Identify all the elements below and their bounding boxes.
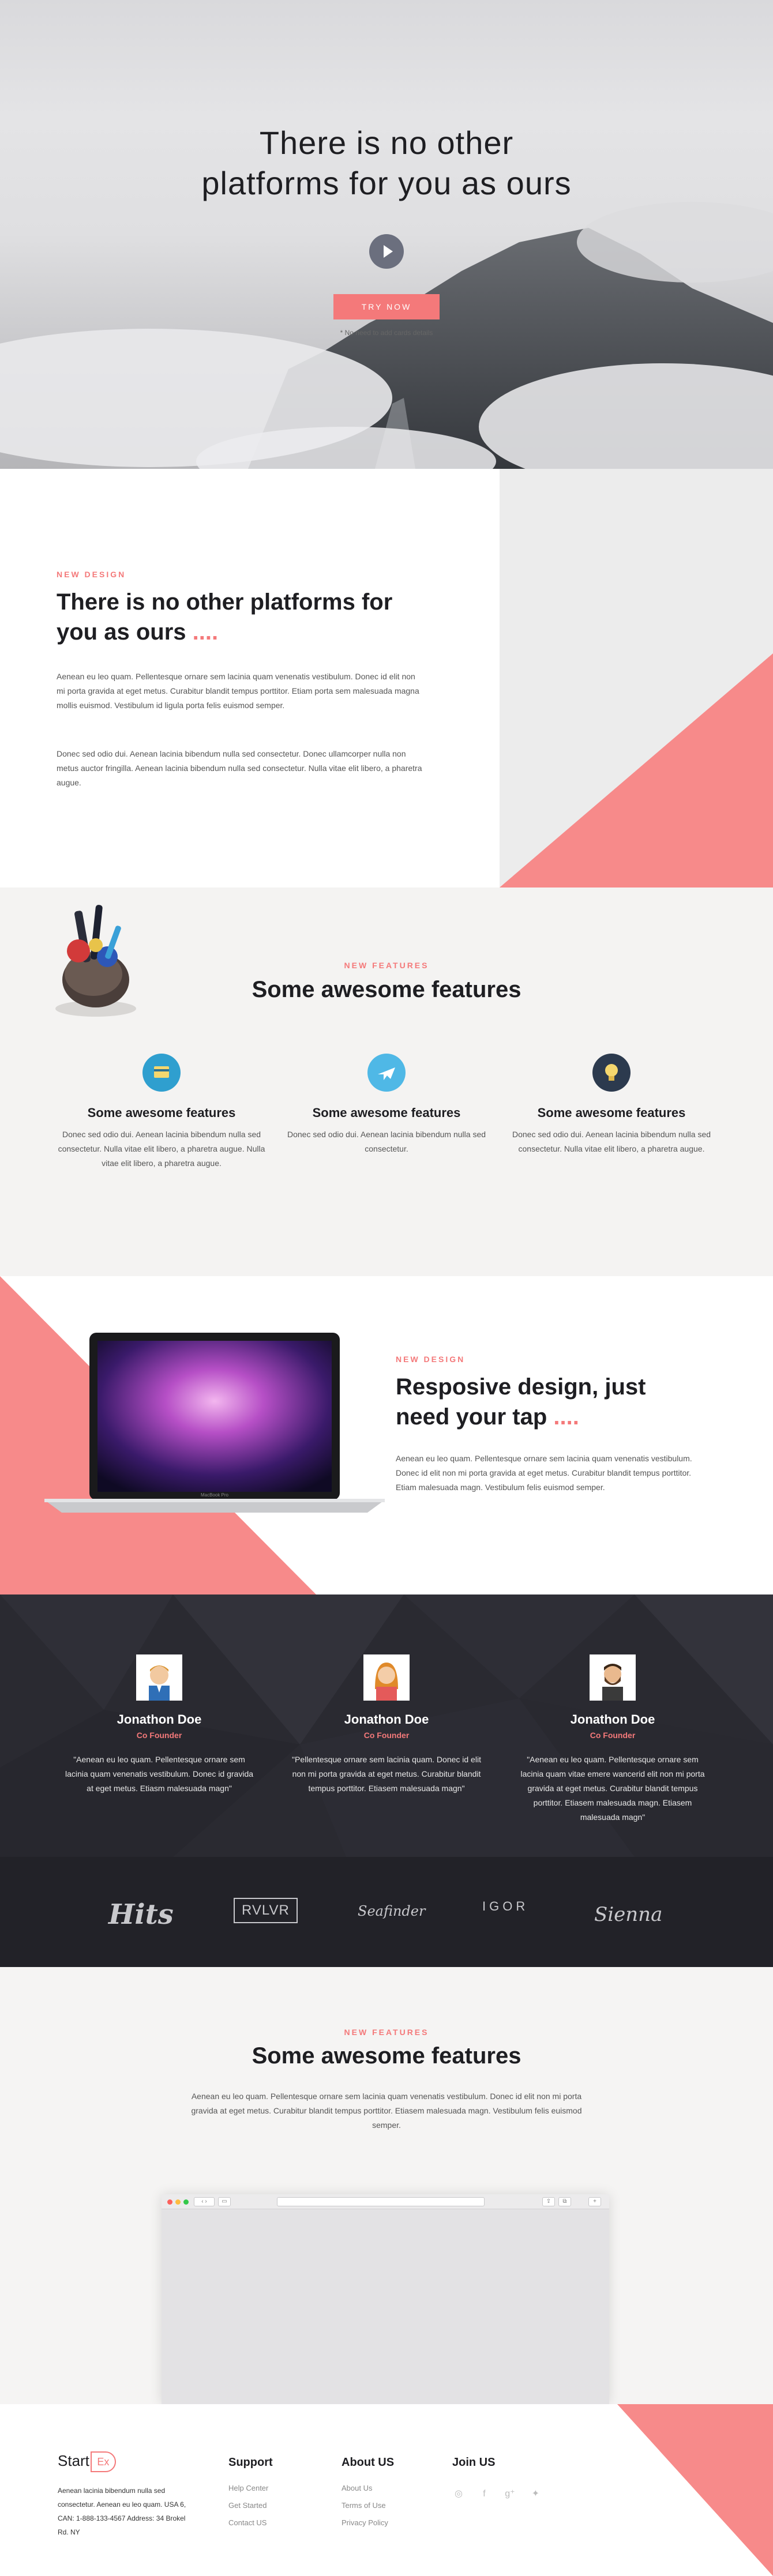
feature-text: Donec sed odio dui. Aenean lacinia biben… (58, 1130, 265, 1168)
play-button[interactable] (369, 234, 404, 269)
intro-section: NEW DESIGN There is no other platforms f… (0, 469, 773, 888)
add-tab-icon[interactable]: + (588, 2197, 601, 2206)
footer-link-get-started[interactable]: Get Started (228, 2497, 273, 2514)
footer: Start Ex Aenean lacinia bibendum nulla se… (0, 2404, 773, 2576)
feature-text: Donec sed odio dui. Aenean lacinia biben… (512, 1130, 711, 1153)
avatar (590, 1654, 636, 1701)
footer-column-title: About US (342, 2456, 395, 2469)
close-dot (167, 2199, 172, 2205)
avatar (363, 1654, 410, 1701)
laptop-illustration: MacBook Pro (44, 1333, 385, 1513)
intro-title: There is no other platforms for you as o… (57, 587, 414, 647)
testimonial-card: Jonathon Doe Co Founder "Aenean eu leo q… (61, 1654, 257, 1796)
feature-title: Some awesome features (312, 1105, 461, 1120)
responsive-title: Resposive design, just need your tap ...… (396, 1372, 696, 1432)
testimonial-role: Co Founder (136, 1731, 182, 1740)
sidebar-icon[interactable]: ▭ (218, 2197, 231, 2206)
brand-badge: Ex (90, 2451, 116, 2472)
intro-paragraph-2: Donec sed odio dui. Aenean lacinia biben… (57, 749, 422, 787)
logo-sienna: Sienna (594, 1903, 663, 1926)
try-now-button[interactable]: TRY NOW (333, 294, 440, 319)
testimonial-name: Jonathon Doe (570, 1712, 655, 1727)
feature-card: Some awesome features Donec sed odio dui… (277, 1054, 496, 1156)
feature-card: Some awesome features Donec sed odio dui… (502, 1054, 721, 1156)
footer-link-help-center[interactable]: Help Center (228, 2480, 273, 2497)
responsive-title-text: Resposive design, just need your tap (396, 1374, 646, 1430)
minimize-dot (175, 2199, 181, 2205)
features2-title: Some awesome features (252, 2043, 521, 2069)
footer-column-title: Support (228, 2456, 273, 2469)
footer-link-privacy[interactable]: Privacy Policy (342, 2514, 394, 2532)
footer-link-terms[interactable]: Terms of Use (342, 2497, 394, 2514)
hero-title: There is no other platforms for you as o… (0, 123, 773, 204)
testimonial-quote: "Aenean eu leo quam. Pellentesque ornare… (65, 1755, 254, 1793)
share-icon[interactable]: ⇪ (542, 2197, 555, 2206)
google-plus-icon[interactable]: g⁺ (504, 2488, 516, 2500)
footer-address: Aenean lacinia bibendum nulla sed consec… (58, 2487, 186, 2536)
brand-logo[interactable]: Start Ex (58, 2451, 116, 2472)
footer-column-join: Join US (452, 2456, 495, 2469)
features-eyebrow: NEW FEATURES (344, 961, 429, 970)
twitter-icon[interactable]: ✦ (529, 2488, 542, 2500)
responsive-title-dots: .... (553, 1404, 579, 1430)
responsive-eyebrow: NEW DESIGN (396, 1355, 466, 1364)
features2-eyebrow: NEW FEATURES (344, 2028, 429, 2037)
decorative-triangle (500, 653, 773, 888)
footer-link-about[interactable]: About Us (342, 2480, 394, 2497)
avatar (136, 1654, 182, 1701)
logo-seafinder: Seafinder (358, 1903, 426, 1919)
logo-igor: IGOR (482, 1899, 529, 1913)
card-icon (142, 1054, 181, 1092)
testimonial-role: Co Founder (590, 1731, 636, 1740)
hero-section: There is no other platforms for you as o… (0, 0, 773, 469)
feature-card: Some awesome features Donec sed odio dui… (52, 1054, 271, 1171)
hero-title-line1: There is no other (259, 125, 514, 161)
intro-paragraph-1: Aenean eu leo quam. Pellentesque ornare … (57, 672, 419, 710)
testimonial-card: Jonathon Doe Co Founder "Pellentesque or… (288, 1654, 485, 1796)
intro-title-text: There is no other platforms for you as o… (57, 589, 393, 645)
feature-title: Some awesome features (87, 1105, 236, 1120)
facebook-icon[interactable]: f (478, 2488, 490, 2500)
features-title: Some awesome features (252, 977, 521, 1002)
testimonial-quote: "Pellentesque ornare sem lacinia quam. D… (292, 1755, 481, 1793)
features-section: NEW FEATURES Some awesome features Some … (0, 888, 773, 1276)
intro-eyebrow: NEW DESIGN (57, 570, 126, 579)
hero-note: * No need to add cards details (340, 329, 433, 337)
features-2-section: NEW FEATURES Some awesome features Aenea… (0, 1967, 773, 2404)
browser-mockup: ‹ › ▭ ⇪ ⧉ + (162, 2194, 609, 2404)
lightbulb-icon (592, 1054, 631, 1092)
feature-text: Donec sed odio dui. Aenean lacinia biben… (287, 1130, 486, 1153)
plane-icon (367, 1054, 406, 1092)
social-links: ◎ f g⁺ ✦ (452, 2488, 552, 2500)
brand-name: Start (58, 2451, 89, 2469)
hero-title-line2: platforms for you as ours (201, 165, 572, 201)
feature-title: Some awesome features (537, 1105, 686, 1120)
maximize-dot (183, 2199, 189, 2205)
testimonial-name: Jonathon Doe (344, 1712, 429, 1727)
play-icon (384, 245, 393, 258)
dribbble-icon[interactable]: ◎ (452, 2488, 465, 2500)
testimonial-quote: "Aenean eu leo quam. Pellentesque ornare… (520, 1755, 705, 1822)
features2-text: Aenean eu leo quam. Pellentesque ornare … (191, 2092, 582, 2130)
laptop-caption: MacBook Pro (201, 1492, 229, 1498)
responsive-text: Aenean eu leo quam. Pellentesque ornare … (396, 1454, 692, 1492)
logo-rvlvr: RVLVR (234, 1898, 298, 1923)
tabs-icon[interactable]: ⧉ (558, 2197, 571, 2206)
footer-column-title: Join US (452, 2456, 496, 2469)
footer-column-about: About US About Us Terms of Use Privacy P… (342, 2456, 394, 2532)
address-bar[interactable] (277, 2197, 485, 2206)
logo-hits: Hits (108, 1898, 174, 1931)
testimonial-card: Jonathon Doe Co Founder "Aenean eu leo q… (515, 1654, 711, 1825)
browser-toolbar: ‹ › ▭ ⇪ ⧉ + (162, 2194, 609, 2209)
testimonial-name: Jonathon Doe (117, 1712, 202, 1727)
responsive-section: MacBook Pro NEW DESIGN Resposive design,… (0, 1276, 773, 1595)
intro-title-dots: .... (192, 619, 219, 645)
testimonial-role: Co Founder (363, 1731, 410, 1740)
back-forward-icon[interactable]: ‹ › (194, 2197, 215, 2206)
footer-link-contact[interactable]: Contact US (228, 2514, 273, 2532)
footer-column-support: Support Help Center Get Started Contact … (228, 2456, 273, 2532)
